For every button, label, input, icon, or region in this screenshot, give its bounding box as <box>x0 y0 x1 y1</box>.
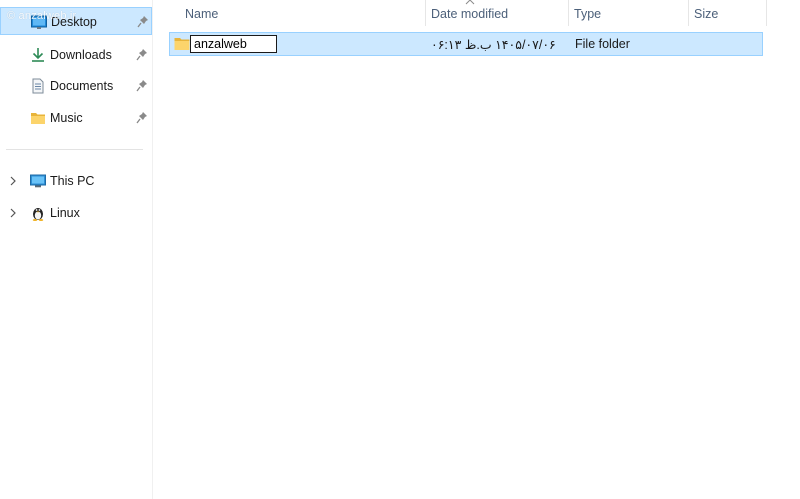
type-cell: File folder <box>575 37 630 51</box>
nav-item-label: Linux <box>50 206 80 220</box>
linux-penguin-icon <box>32 208 44 221</box>
music-folder-icon <box>31 113 45 124</box>
file-row[interactable]: ۱۴۰۵/۰۷/۰۶ ب.ظ ۰۶:۱۳ File folder <box>169 32 763 56</box>
downloads-icon <box>32 48 44 62</box>
folder-icon <box>174 38 190 50</box>
nav-divider <box>6 149 143 150</box>
rename-input[interactable] <box>190 35 277 53</box>
column-header: Name Date modified Type Size <box>168 0 768 28</box>
column-header-date-modified[interactable]: Date modified <box>424 0 567 28</box>
column-header-name[interactable]: Name <box>178 0 425 28</box>
pin-icon[interactable] <box>137 15 149 29</box>
nav-item-downloads[interactable]: Downloads <box>0 41 152 69</box>
column-divider[interactable] <box>766 0 767 26</box>
column-header-size[interactable]: Size <box>687 0 765 28</box>
nav-item-label: This PC <box>50 174 95 188</box>
chevron-right-icon[interactable] <box>8 175 18 187</box>
chevron-right-icon[interactable] <box>8 207 18 219</box>
nav-item-label: Music <box>50 111 83 125</box>
navigation-pane: Desktop © anzalweb.ir Downloads Document… <box>0 0 153 499</box>
nav-item-documents[interactable]: Documents <box>0 72 152 100</box>
nav-item-label: Downloads <box>50 48 112 62</box>
column-header-type[interactable]: Type <box>567 0 688 28</box>
pin-icon[interactable] <box>136 79 148 93</box>
pin-icon[interactable] <box>136 111 148 125</box>
pin-icon[interactable] <box>136 48 148 62</box>
this-pc-icon <box>30 174 46 188</box>
nav-item-linux[interactable]: Linux <box>0 199 152 227</box>
nav-item-this-pc[interactable]: This PC <box>0 167 152 195</box>
date-modified-cell: ۱۴۰۵/۰۷/۰۶ ب.ظ ۰۶:۱۳ <box>431 38 556 52</box>
nav-item-music[interactable]: Music <box>0 104 152 132</box>
documents-icon <box>32 78 44 94</box>
nav-item-label: Documents <box>50 79 114 93</box>
watermark: © anzalweb.ir <box>7 10 77 22</box>
